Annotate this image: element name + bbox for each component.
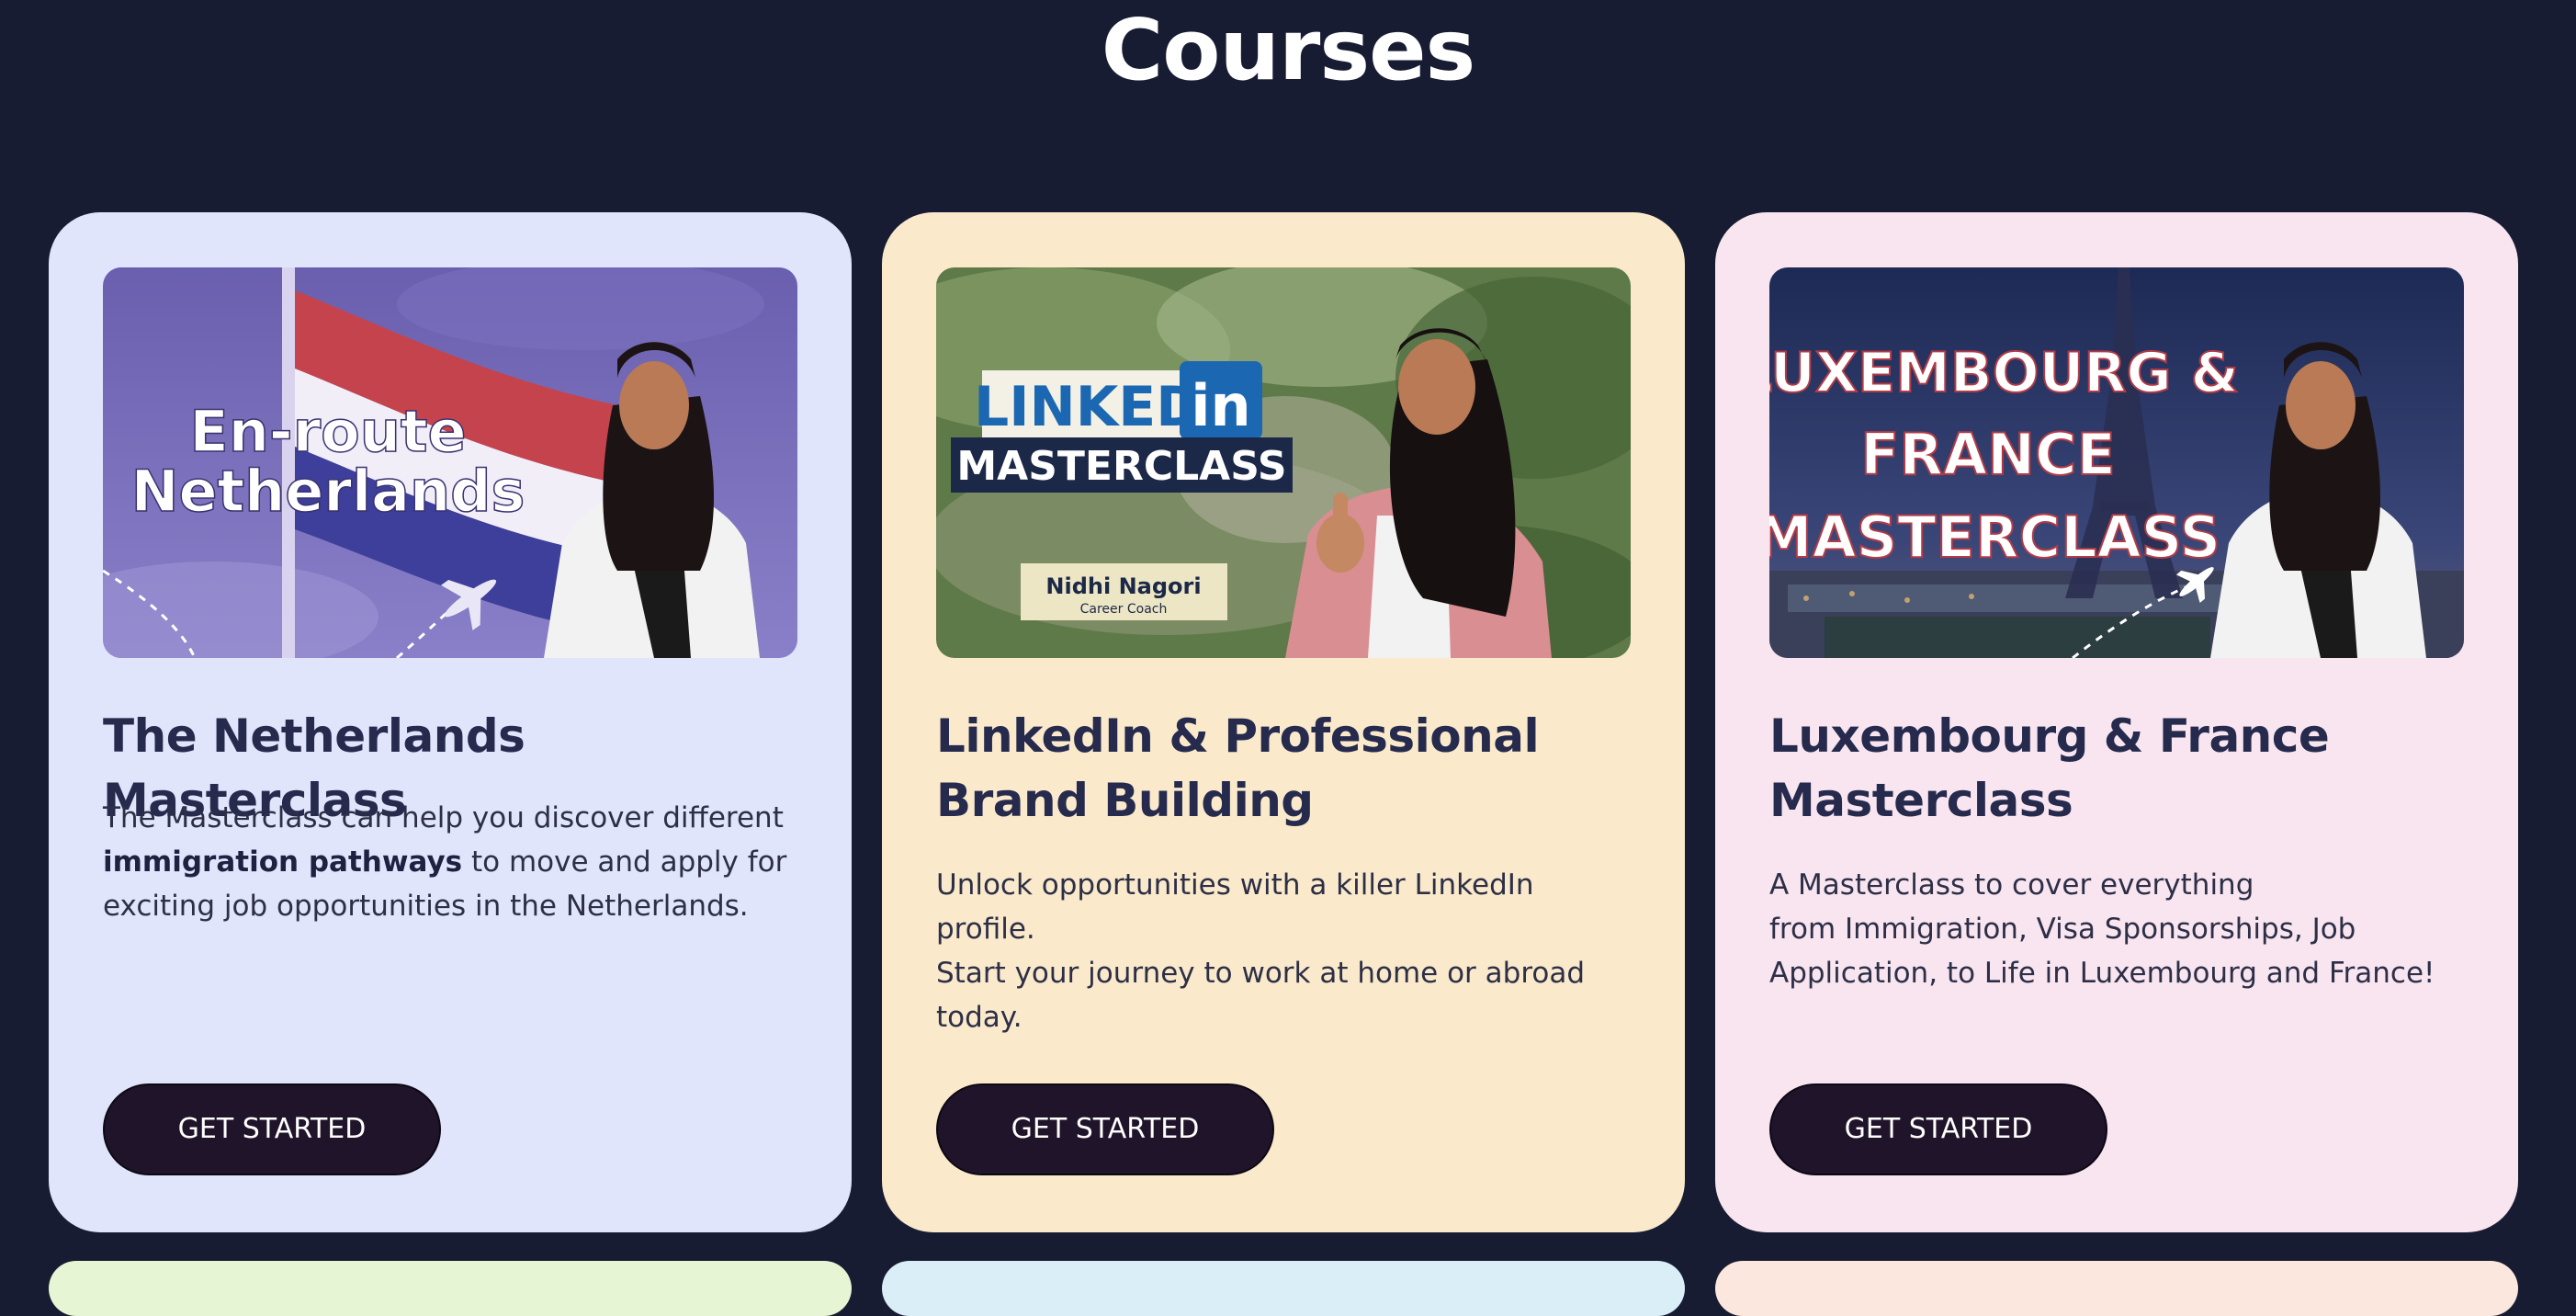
course-title-line: Luxembourg & France [1769, 709, 2330, 763]
thumb-text-line1: LUXEMBOURG & [1769, 341, 2239, 405]
thumb-name-text: Nidhi Nagori [1045, 573, 1201, 599]
course-card-next-row [49, 1261, 852, 1316]
thumb-text-line2: Netherlands [131, 458, 525, 525]
course-description-emphasis: immigration pathways [103, 845, 463, 879]
course-description-line: Start your journey to work at home or ab… [936, 957, 1586, 990]
thumb-text-line3: MASTERCLASS [1769, 504, 2220, 571]
course-title-line: Masterclass [1769, 774, 2073, 827]
linkedin-thumbnail-image: LINKED in MASTERCLASS Nidhi Nagori Caree… [936, 267, 1631, 658]
get-started-button[interactable]: GET STARTED [936, 1083, 1274, 1175]
course-title-line: Brand Building [936, 774, 1314, 827]
luxembourg-france-thumbnail-image: LUXEMBOURG & FRANCE MASTERCLASS [1769, 267, 2464, 658]
thumb-text-line2: FRANCE [1860, 421, 2116, 488]
thumb-in-text: in [1191, 372, 1250, 439]
course-card-luxembourg-france: LUXEMBOURG & FRANCE MASTERCLASS Luxembou… [1715, 212, 2518, 1232]
course-description: Unlock opportunities with a killer Linke… [936, 863, 1634, 1039]
thumb-masterclass-text: MASTERCLASS [956, 443, 1286, 490]
course-description-line: today. [936, 1001, 1022, 1034]
thumb-role-text: Career Coach [1080, 602, 1168, 617]
course-description-text: The Masterclass can help you discover di… [103, 801, 784, 834]
course-description-line: Unlock opportunities with a killer Linke… [936, 868, 1534, 946]
get-started-button[interactable]: GET STARTED [103, 1083, 441, 1175]
course-title: LinkedIn & Professional Brand Building [936, 704, 1653, 833]
course-card-next-row [882, 1261, 1685, 1316]
course-description: A Masterclass to cover everything from I… [1769, 863, 2468, 995]
course-description-line: from Immigration, Visa Sponsorships, Job [1769, 913, 2356, 946]
course-thumbnail-linkedin[interactable]: LINKED in MASTERCLASS Nidhi Nagori Caree… [936, 267, 1631, 658]
course-description-line: A Masterclass to cover everything [1769, 868, 2254, 902]
get-started-button[interactable]: GET STARTED [1769, 1083, 2107, 1175]
course-thumbnail-netherlands[interactable]: En-route Netherlands [103, 267, 797, 658]
page-title: Courses [1101, 1, 1476, 99]
thumb-linked-text: LINKED [974, 375, 1202, 439]
course-title-line: LinkedIn & Professional [936, 709, 1540, 763]
course-card-next-row [1715, 1261, 2518, 1316]
course-title: Luxembourg & France Masterclass [1769, 704, 2486, 833]
course-description-line: Application, to Life in Luxembourg and F… [1769, 957, 2435, 990]
course-description: The Masterclass can help you discover di… [103, 796, 801, 928]
course-card-netherlands: En-route Netherlands The Netherlands Mas… [49, 212, 852, 1232]
course-thumbnail-luxembourg-france[interactable]: LUXEMBOURG & FRANCE MASTERCLASS [1769, 267, 2464, 658]
netherlands-thumbnail-image: En-route Netherlands [103, 267, 797, 658]
course-card-linkedin: LINKED in MASTERCLASS Nidhi Nagori Caree… [882, 212, 1685, 1232]
thumb-text-line1: En-route [189, 398, 466, 465]
